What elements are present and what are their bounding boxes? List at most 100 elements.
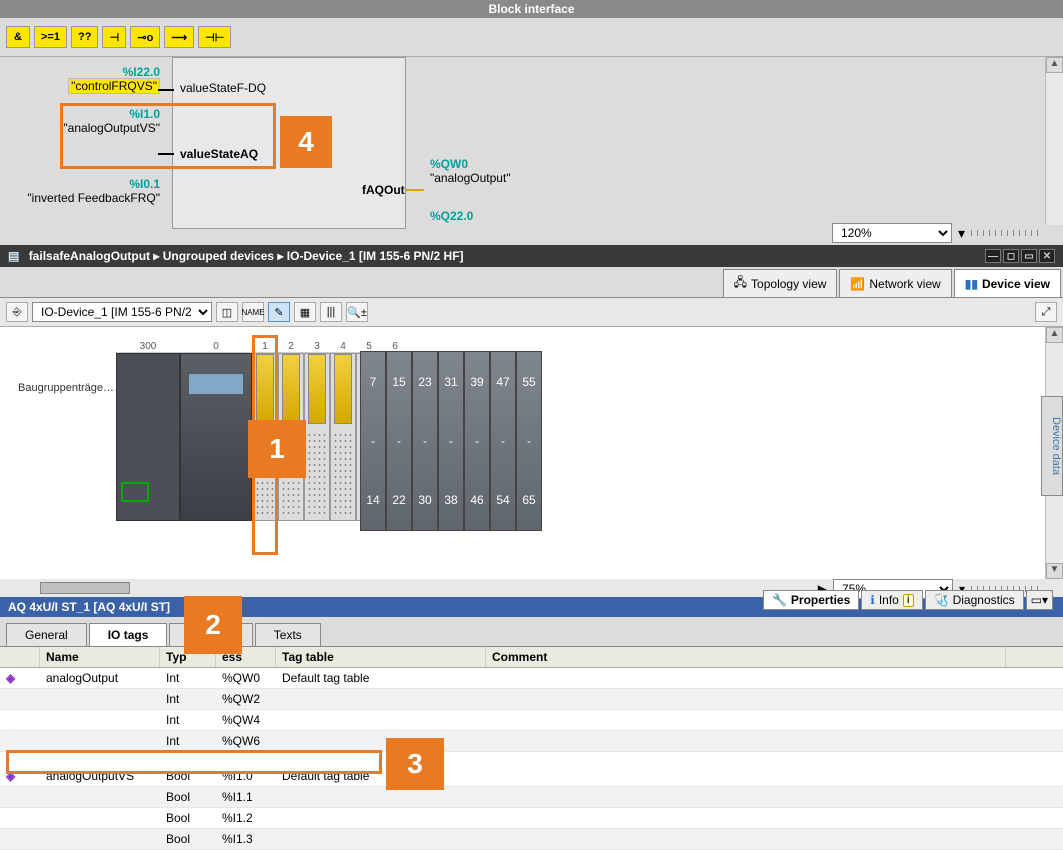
zoom-dropdown-icon[interactable]: ▾ (958, 225, 965, 242)
grid-icon[interactable]: ▦ (294, 302, 316, 322)
cell-address[interactable]: %QW4 (216, 710, 276, 730)
crumb-leaf[interactable]: IO-Device_1 [IM 155-6 PN/2 HF] (287, 249, 464, 263)
cell-name[interactable] (40, 787, 160, 807)
cell-name[interactable] (40, 808, 160, 828)
overview-icon[interactable]: ◫ (216, 302, 238, 322)
tab-topology[interactable]: 🖧Topology view (723, 269, 838, 297)
cell-tagtable[interactable] (276, 829, 486, 849)
rack-slot-4[interactable] (330, 353, 356, 521)
ybtn-and[interactable]: & (6, 26, 30, 48)
table-row[interactable]: ◈analogOutputInt%QW0Default tag table (0, 668, 1063, 689)
cell-name[interactable] (40, 731, 160, 751)
tab-info[interactable]: ℹInfoi (861, 590, 922, 610)
zoom-fit-icon[interactable]: 🔍± (346, 302, 368, 322)
subtab-texts[interactable]: Texts (255, 623, 321, 646)
ybtn-nc[interactable]: ⊣ (102, 26, 126, 48)
block-diagram-canvas[interactable]: %I22.0 "controlFRQVS" valueStateF-DQ %I1… (0, 57, 1063, 245)
cell-type[interactable]: Int (160, 731, 216, 751)
cell-name[interactable] (40, 689, 160, 709)
collapse-button[interactable]: ▭▾ (1026, 590, 1053, 610)
out1-port: fAQOut (362, 183, 405, 197)
cell-comment[interactable] (486, 808, 1006, 828)
table-row[interactable]: Int%QW6 (0, 731, 1063, 752)
rail-button[interactable] (121, 482, 149, 502)
ybtn-no[interactable]: ⊸o (130, 26, 160, 48)
cell-tagtable[interactable] (276, 787, 486, 807)
in1-address: %I22.0 (20, 65, 160, 79)
cell-tagtable[interactable] (276, 808, 486, 828)
scroll-up-icon[interactable]: ▲ (1046, 327, 1063, 343)
cell-comment[interactable] (486, 829, 1006, 849)
zoom-select-top[interactable]: 120% (832, 223, 952, 243)
table-row[interactable]: Int%QW2 (0, 689, 1063, 710)
scroll-up-icon[interactable]: ▲ (1046, 57, 1063, 73)
cell-tagtable[interactable] (276, 710, 486, 730)
cell-type[interactable]: Int (160, 689, 216, 709)
info-icon: ℹ (870, 593, 875, 607)
ybtn-branch[interactable]: ⊣⊢ (198, 26, 231, 48)
crumb-root[interactable]: failsafeAnalogOutput (29, 249, 150, 263)
table-header: Name Typ ess Tag table Comment (0, 647, 1063, 668)
cell-name[interactable]: analogOutput (40, 668, 160, 688)
rack-cpu[interactable] (180, 353, 252, 521)
subtab-iotags[interactable]: IO tags (89, 623, 168, 646)
cell-address[interactable]: %I1.3 (216, 829, 276, 849)
restore-button[interactable]: ◻ (1003, 249, 1019, 263)
ybtn-arrow[interactable]: ⟶ (164, 26, 194, 48)
cell-type[interactable]: Bool (160, 808, 216, 828)
vscroll[interactable]: ▲ (1045, 57, 1063, 225)
device-select[interactable]: IO-Device_1 [IM 155-6 PN/2 HF] (32, 302, 212, 322)
scroll-down-icon[interactable]: ▼ (1046, 563, 1063, 579)
hdr-name[interactable]: Name (40, 647, 160, 667)
cell-name[interactable] (40, 710, 160, 730)
cell-type[interactable]: Bool (160, 829, 216, 849)
name-icon[interactable]: NAME (242, 302, 264, 322)
tab-diagnostics[interactable]: 🩺Diagnostics (925, 590, 1024, 610)
cell-comment[interactable] (486, 787, 1006, 807)
table-row[interactable]: Bool%I1.1 (0, 787, 1063, 808)
table-row[interactable]: Int%QW4 (0, 710, 1063, 731)
hdr-comment[interactable]: Comment (486, 647, 1006, 667)
crumb-mid[interactable]: Ungrouped devices (163, 249, 274, 263)
ybtn-qq[interactable]: ?? (71, 26, 98, 48)
tab-properties[interactable]: 🔧Properties (763, 590, 859, 610)
highlight-icon[interactable]: ✎ (268, 302, 290, 322)
breadcrumb-bar: ▤ failsafeAnalogOutput ▸ Ungrouped devic… (0, 245, 1063, 267)
cell-address[interactable]: %QW2 (216, 689, 276, 709)
cell-comment[interactable] (486, 689, 1006, 709)
hdr-tagtable[interactable]: Tag table (276, 647, 486, 667)
cell-comment[interactable] (486, 668, 1006, 688)
cell-name[interactable] (40, 829, 160, 849)
subtab-general[interactable]: General (6, 623, 87, 646)
cell-address[interactable]: %QW0 (216, 668, 276, 688)
ybtn-ge1[interactable]: >=1 (34, 26, 67, 48)
rack-slot-3[interactable] (304, 353, 330, 521)
cell-tagtable[interactable]: Default tag table (276, 668, 486, 688)
add-device-icon[interactable]: ⎆ (6, 302, 28, 322)
wire (158, 153, 174, 155)
cell-tagtable[interactable] (276, 731, 486, 751)
cell-type[interactable]: Int (160, 710, 216, 730)
list-icon[interactable]: ||| (320, 302, 342, 322)
rack-rail[interactable] (116, 353, 180, 521)
cell-type[interactable]: Int (160, 668, 216, 688)
sidebar-tab-device-data[interactable]: Device data (1041, 396, 1063, 496)
scroll-thumb[interactable] (40, 582, 130, 594)
cell-address[interactable]: %I1.2 (216, 808, 276, 828)
maximize-button[interactable]: ▭ (1021, 249, 1037, 263)
tab-device[interactable]: ▮▮Device view (954, 269, 1061, 297)
cell-address[interactable]: %I1.1 (216, 787, 276, 807)
minimize-button[interactable]: — (985, 249, 1001, 263)
cell-address[interactable]: %QW6 (216, 731, 276, 751)
cell-tagtable[interactable] (276, 689, 486, 709)
tab-network[interactable]: 📶Network view (839, 269, 951, 297)
table-row[interactable]: Bool%I1.3 (0, 829, 1063, 850)
expand-icon[interactable]: ⤢ (1035, 302, 1057, 322)
cell-type[interactable]: Bool (160, 787, 216, 807)
device-canvas[interactable]: Baugruppenträge… 300 0 1 2 3 4 5 6 7-14 … (0, 327, 1063, 579)
cell-comment[interactable] (486, 731, 1006, 751)
cell-comment[interactable] (486, 766, 1006, 786)
cell-comment[interactable] (486, 710, 1006, 730)
close-button[interactable]: ✕ (1039, 249, 1055, 263)
zoom-slider-top[interactable] (971, 230, 1041, 236)
